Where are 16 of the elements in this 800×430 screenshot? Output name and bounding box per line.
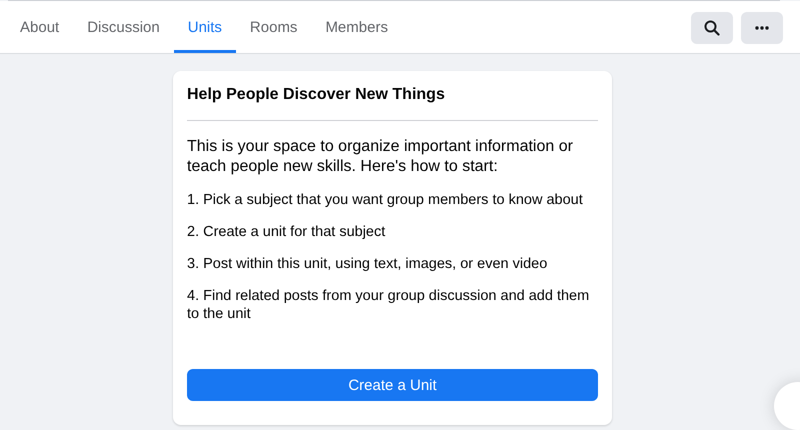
intro-text: This is your space to organize important information or teach people new skills. Here's how to start: — [187, 137, 574, 177]
tab[interactable]: Rooms — [236, 1, 312, 53]
card-title: Help People Discover New Things — [187, 85, 446, 105]
tab[interactable]: Discussion — [73, 1, 174, 53]
search-icon — [704, 20, 720, 36]
tab[interactable]: Units — [174, 1, 236, 53]
tab[interactable]: Members — [311, 1, 402, 53]
step-text: 4. Find related posts from your group discussion and add them to the unit — [187, 287, 590, 323]
step-text: 3. Post within this unit, using text, images, or even video — [187, 255, 548, 273]
step-text: 1. Pick a subject that you want group members to know about — [187, 191, 584, 209]
more-button[interactable] — [741, 12, 783, 44]
tab[interactable]: About — [6, 1, 74, 53]
more-icon — [755, 26, 769, 30]
search-button[interactable] — [691, 12, 733, 44]
create-unit-button[interactable]: Create a Unit — [187, 369, 598, 401]
step-text: 2. Create a unit for that subject — [187, 223, 386, 241]
